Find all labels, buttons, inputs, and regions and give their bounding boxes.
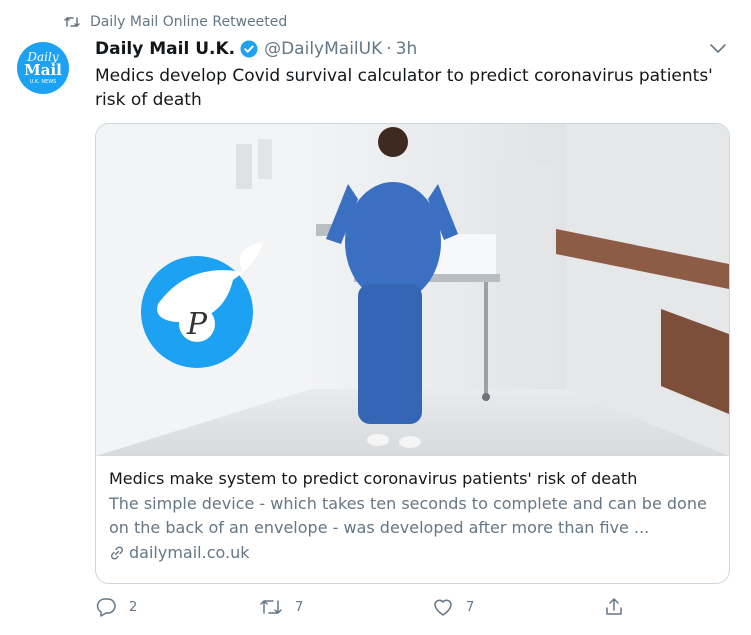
card-link[interactable]: dailymail.co.uk <box>109 543 719 562</box>
header-separator: · <box>386 39 392 59</box>
share-button[interactable] <box>604 597 636 617</box>
reply-icon <box>96 598 116 617</box>
avatar[interactable]: Daily Mail U.K. NEWS <box>17 42 69 94</box>
verified-badge-icon <box>240 40 258 58</box>
tweet-timestamp[interactable]: 3h <box>396 39 418 59</box>
retweet-icon <box>64 17 80 27</box>
like-count: 7 <box>466 599 475 615</box>
reply-button[interactable]: 2 <box>95 597 137 617</box>
author-name[interactable]: Daily Mail U.K. <box>95 39 235 59</box>
card-image: P <box>96 124 729 456</box>
retweet-icon <box>260 600 282 614</box>
share-icon <box>606 598 622 615</box>
tweet-text: Medics develop Covid survival calculator… <box>95 66 713 110</box>
more-options-button[interactable] <box>709 40 727 59</box>
retweet-count: 7 <box>295 599 304 615</box>
chevron-down-icon <box>710 44 726 53</box>
card-title: Medics make system to predict coronaviru… <box>109 469 638 488</box>
avatar-line2: Mail <box>24 61 62 79</box>
card-description: The simple device - which takes ten seco… <box>109 494 707 537</box>
author-handle[interactable]: @DailyMailUK <box>264 39 382 59</box>
tweet-header: Daily Mail U.K. @DailyMailUK · 3h <box>95 37 417 61</box>
card-text: Medics make system to predict coronaviru… <box>109 468 719 562</box>
heart-icon <box>434 599 452 616</box>
like-button[interactable]: 7 <box>432 597 474 617</box>
link-card[interactable]: P Medics make system to predict coronavi… <box>95 123 730 584</box>
tweet-actions: 2 7 7 <box>95 597 735 621</box>
avatar-line3: U.K. NEWS <box>29 79 57 85</box>
retweet-label: Daily Mail Online Retweeted <box>90 14 288 30</box>
retweet-indicator[interactable]: Daily Mail Online Retweeted <box>64 12 287 32</box>
link-icon <box>110 545 124 560</box>
card-domain: dailymail.co.uk <box>129 543 250 562</box>
watermark-letter: P <box>186 307 208 342</box>
retweet-button[interactable]: 7 <box>259 597 303 617</box>
reply-count: 2 <box>129 599 138 615</box>
